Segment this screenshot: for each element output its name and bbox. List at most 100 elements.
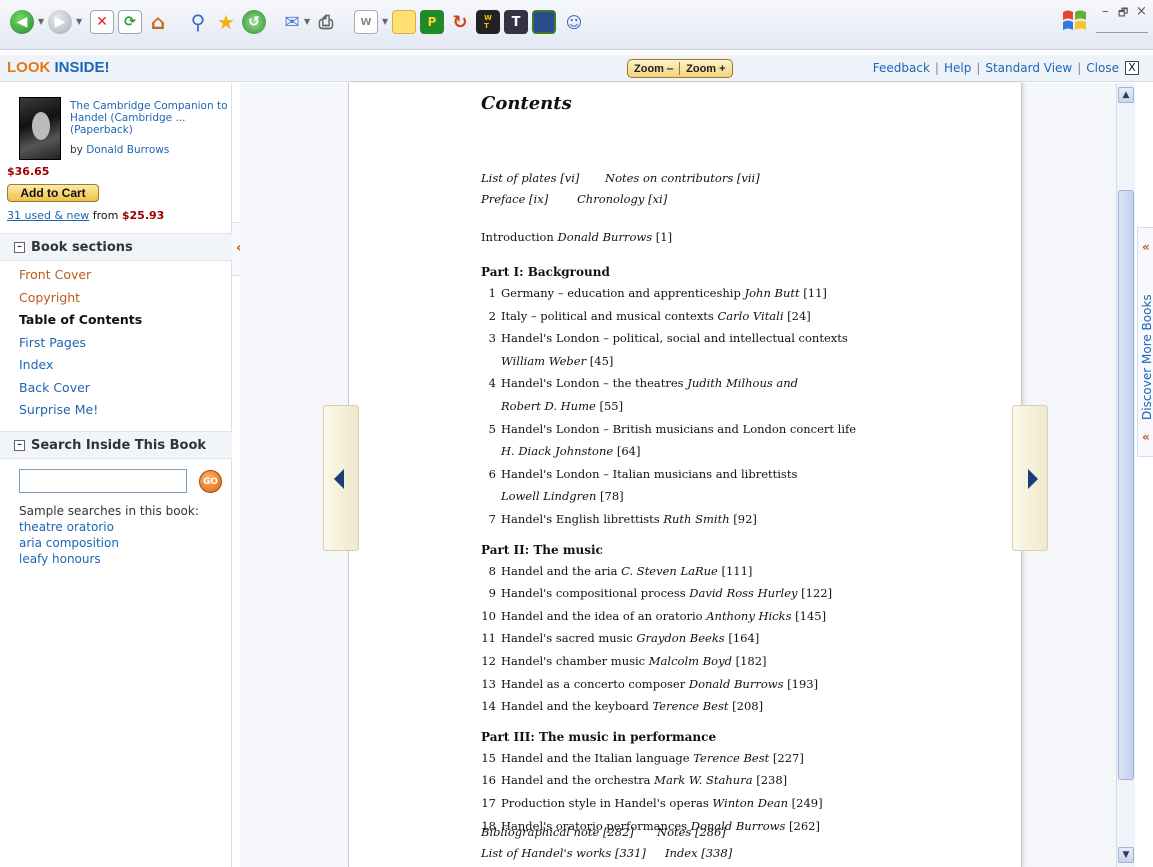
scroll-down-button[interactable]: ▼ <box>1118 847 1134 863</box>
mail-icon[interactable]: ✉ <box>280 10 304 34</box>
go-button[interactable]: GO <box>199 470 222 493</box>
refresh-icon[interactable]: ⟳ <box>118 10 142 34</box>
entry-title: Handel's chamber music <box>501 654 649 668</box>
stop-icon[interactable]: ✕ <box>90 10 114 34</box>
entry-number: 2 <box>488 308 496 323</box>
discover-more-books-label[interactable]: Discover More Books <box>1140 294 1153 420</box>
forward-dropdown-icon[interactable]: ▼ <box>76 17 82 26</box>
vertical-scrollbar[interactable]: ▲ ▼ <box>1116 83 1135 867</box>
entry-number: 14 <box>481 699 496 714</box>
entry-page: [145] <box>791 608 827 623</box>
mail-dropdown-icon[interactable]: ▼ <box>304 17 310 26</box>
used-new-offer: 31 used & new from $25.93 <box>7 209 164 222</box>
collapse-icon[interactable]: – <box>14 440 25 451</box>
entry-page: [64] <box>613 444 641 459</box>
entry-title: Handel and the keyboard <box>501 699 653 714</box>
feedback-link[interactable]: Feedback <box>873 61 930 75</box>
taxi-icon[interactable]: WT <box>476 10 500 34</box>
entry-title: Handel and the orchestra <box>501 773 655 788</box>
nav-table-of-contents[interactable]: Table of Contents <box>19 312 142 327</box>
by-label: by <box>70 144 87 156</box>
right-arrow-icon <box>1028 469 1038 489</box>
entry-page: [182] <box>731 654 767 668</box>
entry-number: 8 <box>488 563 496 578</box>
book-byline: by Donald Burrows <box>70 144 169 156</box>
sample-search-link[interactable]: aria composition <box>19 536 119 550</box>
zoom-in-button[interactable]: Zoom + <box>680 63 731 75</box>
standard-view-link[interactable]: Standard View <box>985 61 1072 75</box>
monitor-icon[interactable] <box>532 10 556 34</box>
entry-page: [164] <box>724 631 760 646</box>
entry-title: Handel's sacred music <box>501 631 637 646</box>
back-icon[interactable]: ◀ <box>10 10 34 34</box>
close-x-button[interactable]: X <box>1125 61 1139 75</box>
entry-author: Malcolm Boyd <box>648 654 732 668</box>
front-matter-entry: List of plates [vi] <box>481 171 580 185</box>
text-icon[interactable]: T <box>504 10 528 34</box>
previous-page-button[interactable] <box>323 405 359 551</box>
book-cover-image[interactable] <box>19 97 61 160</box>
nav-front-cover[interactable]: Front Cover <box>19 267 91 282</box>
book-title-link[interactable]: The Cambridge Companion to Handel (Cambr… <box>70 100 228 136</box>
minimize-icon[interactable]: – <box>1102 4 1109 19</box>
entry-page: [262] <box>785 818 820 833</box>
print-icon[interactable]: ⎙ <box>314 10 338 34</box>
home-icon[interactable]: ⌂ <box>146 10 170 34</box>
entry-page: [208] <box>728 699 764 714</box>
nav-first-pages[interactable]: First Pages <box>19 335 86 350</box>
nav-index[interactable]: Index <box>19 357 53 372</box>
nav-copyright[interactable]: Copyright <box>19 290 80 305</box>
nav-surprise-me[interactable]: Surprise Me! <box>19 402 98 417</box>
favorites-icon[interactable]: ★ <box>214 10 238 34</box>
users-icon[interactable]: ☺ <box>562 10 586 34</box>
expand-chevron-icon[interactable]: « <box>1142 430 1150 444</box>
used-new-link[interactable]: 31 used & new <box>7 209 89 222</box>
sample-searches-label: Sample searches in this book: <box>19 504 199 518</box>
back-dropdown-icon[interactable]: ▼ <box>38 17 44 26</box>
scroll-thumb[interactable] <box>1118 190 1134 780</box>
bookmark-icon[interactable]: P <box>420 10 444 34</box>
toc-entry: 13 Handel as a concerto composer Donald B… <box>481 677 818 691</box>
edit-dropdown-icon[interactable]: ▼ <box>382 17 388 26</box>
close-window-icon[interactable]: × <box>1136 4 1147 19</box>
add-to-cart-button[interactable]: Add to Cart <box>7 184 99 202</box>
entry-author: William Weber <box>501 353 587 368</box>
close-link[interactable]: Close <box>1086 61 1119 75</box>
entry-page: [249] <box>788 796 823 810</box>
zoom-out-button[interactable]: Zoom ‒ <box>628 63 679 75</box>
entry-title: Introduction <box>481 230 558 244</box>
nav-back-cover[interactable]: Back Cover <box>19 380 90 395</box>
author-link[interactable]: Donald Burrows <box>86 144 169 156</box>
toc-entry: 11 Handel's sacred music Graydon Beeks [1… <box>481 631 759 645</box>
history-icon[interactable]: ↺ <box>242 10 266 34</box>
restore-icon[interactable]: 🗗 <box>1118 4 1128 23</box>
edit-icon[interactable]: W <box>354 10 378 34</box>
entry-number: 16 <box>481 773 496 788</box>
expand-chevron-icon[interactable]: « <box>1142 240 1150 254</box>
note-icon[interactable] <box>392 10 416 34</box>
next-page-button[interactable] <box>1012 405 1048 551</box>
sample-search-link[interactable]: theatre oratorio <box>19 520 114 534</box>
search-inside-header[interactable]: – Search Inside This Book <box>0 431 232 459</box>
entry-title: Handel's compositional process <box>501 586 690 601</box>
entry-author: Terence Best <box>652 699 729 714</box>
toc-entry: 4 Handel's London – the theatres Judith M… <box>481 376 798 390</box>
search-inside-input[interactable] <box>19 469 187 493</box>
forward-icon[interactable]: ▶ <box>48 10 72 34</box>
entry-author: Graydon Beeks <box>636 631 725 646</box>
look-inside-bar: LOOK INSIDE! Zoom ‒ Zoom + Feedback | Help… <box>0 55 1153 82</box>
page-heading: Contents <box>481 93 572 114</box>
sample-search-link[interactable]: leafy honours <box>19 552 101 566</box>
red-arrow-icon[interactable]: ↻ <box>448 10 472 34</box>
entry-page: [122] <box>797 586 833 601</box>
collapse-icon[interactable]: – <box>14 242 25 253</box>
entry-author: Robert D. Hume <box>501 399 596 413</box>
entry-author: Mark W. Stahura <box>654 773 753 788</box>
browser-toolbar: ◀ ▼ ▶ ▼ ✕ ⟳ ⌂ ⚲ ★ ↺ ✉ ▼ ⎙ W ▼ P ↻ WT T ☺… <box>0 0 1153 50</box>
entry-page: [1] <box>652 230 673 244</box>
book-sections-header[interactable]: – Book sections <box>0 233 232 261</box>
search-icon[interactable]: ⚲ <box>186 10 210 34</box>
scroll-up-button[interactable]: ▲ <box>1118 87 1134 103</box>
toc-entry: 10 Handel and the idea of an oratorio Ant… <box>481 609 826 623</box>
help-link[interactable]: Help <box>944 61 971 75</box>
